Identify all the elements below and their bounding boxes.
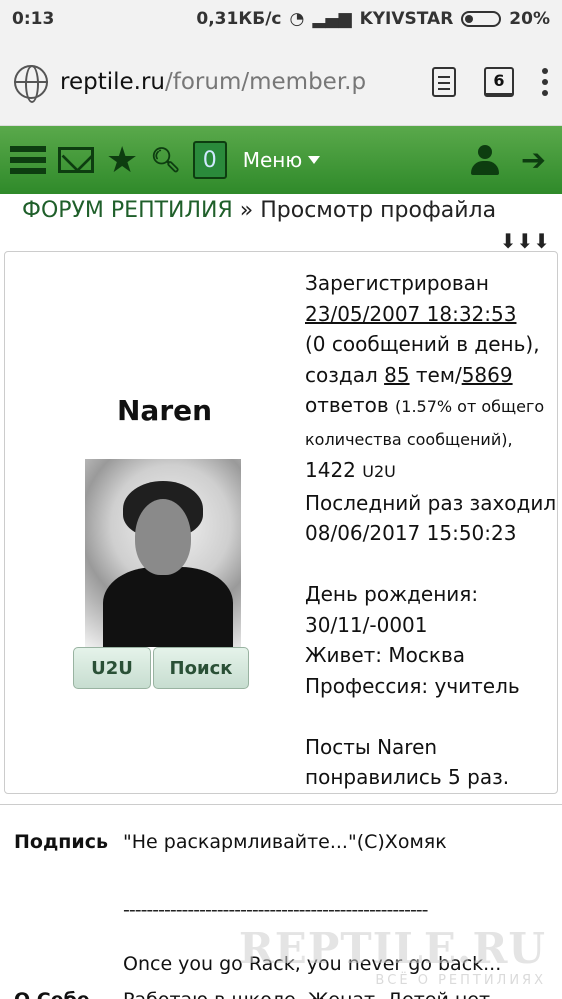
nav-right: ➔ [470,143,552,178]
last-visit-date: 08/06/2017 15:50:23 [305,521,517,545]
reader-mode-icon[interactable] [432,66,456,97]
url-domain: reptile.ru [60,68,165,95]
inbox-count-icon[interactable]: 0 [192,141,227,179]
browser-toolbar: reptile.ru/forum/member.pl 6 [0,38,562,126]
signature-label: Подпись [14,831,109,853]
location: Живет: Москва [305,643,465,667]
caret-down-icon [308,156,321,164]
logout-icon[interactable]: ➔ [521,143,546,178]
threads-suffix: тем/ [409,362,462,387]
battery-icon [461,11,502,27]
watermark-text: REPTILE.RU [238,924,546,973]
member-name: Naren [117,394,213,427]
search-icon[interactable]: 🔍︎ [150,146,180,174]
avatar [85,459,241,647]
status-time: 0:13 [12,9,55,29]
search-posts-button[interactable]: Поиск [153,647,249,689]
about-text: Работаю в школе. Женат. Детей нет [123,989,490,999]
replies-line: ответов (1.57% от общего количества сооб… [305,390,561,455]
status-right: 0,31КБ/с ◔ ▂▄▆ KYIVSTAR 20% [196,9,550,29]
more-menu-icon[interactable] [542,67,548,96]
breadcrumb: ФОРУМ РЕПТИЛИЯ » Просмотр профайла [0,194,562,229]
expand-arrows[interactable]: ⬇⬇⬇ [0,229,562,253]
threads-line: создал 85 тем/5869 [305,360,561,391]
likes-line-2: понравились 5 раз. [305,765,510,789]
profile-info: Зарегистрирован 23/05/2007 18:32:53 (0 с… [305,268,561,793]
user-icon[interactable] [470,145,499,175]
watermark-tagline: ВСЁ О РЕПТИЛИЯХ [375,973,546,988]
browser-actions: 6 [432,66,548,97]
replies-word: ответов [305,393,396,417]
birthday-label: День рождения: [305,582,479,606]
url-path: /forum/member.pl [165,68,365,95]
profile-card: Naren U2U Поиск Зарегистрирован 23/05/20… [4,251,558,794]
u2u-count: 1422 [305,458,356,482]
tabs-button[interactable]: 6 [484,66,514,97]
likes-line-1: Посты Naren [305,734,438,759]
about-label: О Себе [14,989,90,999]
u2u-label: U2U [362,462,396,481]
signature-section: Подпись "Не раскармливайте..."(С)Хомяк -… [0,804,562,999]
watermark-logo: REPTILE.RU ВСЁ О РЕПТИЛИЯХ [239,924,546,988]
signature-divider: ----------------------------------------… [123,899,429,921]
globe-icon[interactable] [14,64,48,103]
forum-toolbar: ★ 🔍︎ 0 Меню ➔ [0,126,562,194]
menu-label: Меню [242,148,303,172]
profession: Профессия: учитель [305,673,520,698]
address-bar[interactable]: reptile.ru/forum/member.pl [60,69,365,95]
signal-icon: ▂▄▆ [312,9,352,29]
network-speed: 0,31КБ/с [196,9,282,29]
wifi-icon: ◔ [289,9,305,29]
registered-label: Зарегистрирован [305,271,489,295]
signature-line-1: "Не раскармливайте..."(С)Хомяк [123,831,447,853]
registered-date[interactable]: 23/05/2007 18:32:53 [305,299,561,330]
replies-count-link[interactable]: 5869 [462,363,513,387]
posts-per-day: (0 сообщений в день), [305,332,540,356]
created-prefix: создал [305,362,385,387]
u2u-line: 1422 U2U [305,455,561,488]
last-visit-label: Последний раз заходил [305,490,557,515]
u2u-button[interactable]: U2U [73,647,151,689]
mail-icon[interactable] [58,147,94,173]
menu-button[interactable]: Меню [242,148,321,172]
star-icon[interactable]: ★ [106,140,138,181]
breadcrumb-forum-link[interactable]: ФОРУМ РЕПТИЛИЯ [22,198,233,223]
birthday-value: 30/11/-0001 [305,612,428,637]
breadcrumb-current: » Просмотр профайла [232,198,497,223]
carrier-name: KYIVSTAR [359,9,454,29]
status-bar: 0:13 0,31КБ/с ◔ ▂▄▆ KYIVSTAR 20% [0,0,562,38]
battery-percent: 20% [509,9,550,29]
list-icon[interactable] [10,146,46,174]
threads-count-link[interactable]: 85 [384,363,409,387]
